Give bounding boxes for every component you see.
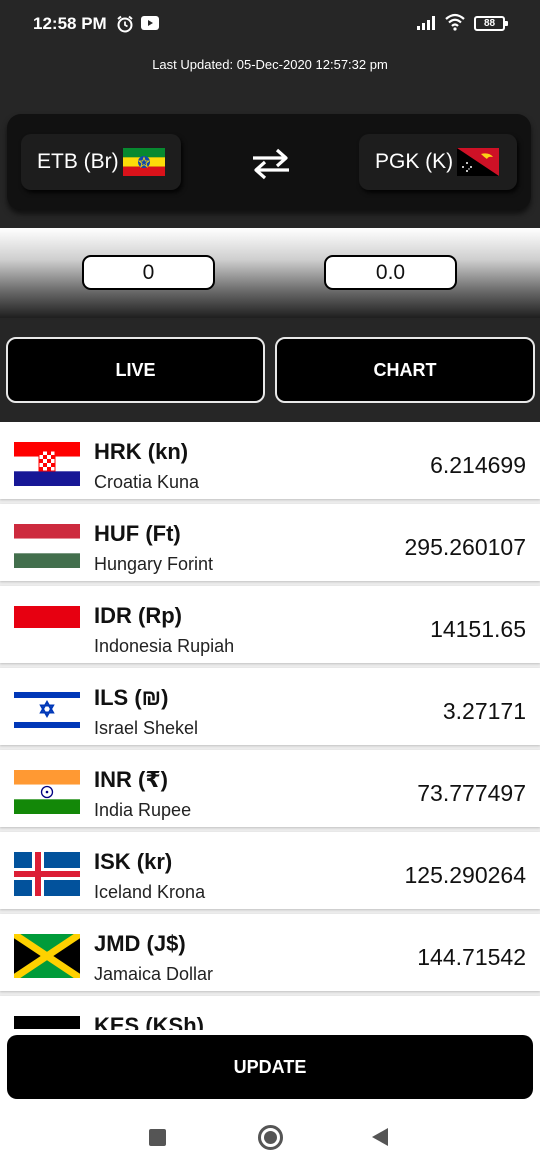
- tab-live[interactable]: LIVE: [6, 337, 265, 403]
- kenya-flag-icon: [14, 1016, 80, 1030]
- currency-code: KES (KSh): [94, 1013, 204, 1030]
- currency-name: India Rupee: [94, 800, 192, 820]
- currency-code: ILS (₪): [94, 685, 169, 710]
- currency-rate: 144.71542: [417, 944, 526, 970]
- currency-rate: 125.290264: [404, 862, 526, 888]
- hungary-flag-icon: [14, 524, 80, 568]
- currency-name: Indonesia Rupiah: [94, 636, 235, 656]
- last-updated-text: Last Updated: 05-Dec-2020 12:57:32 pm: [152, 57, 388, 72]
- update-area: UPDATE: [0, 1030, 540, 1110]
- papua-new-guinea-flag-icon: [457, 148, 500, 176]
- status-time: 12:58 PM: [33, 14, 107, 33]
- currency-code: JMD (J$): [94, 931, 186, 956]
- currency-selector-card: ETB (Br) PGK (K): [7, 114, 531, 210]
- from-currency-button[interactable]: ETB (Br): [21, 134, 181, 190]
- list-item[interactable]: KES (KSh): [0, 996, 540, 1030]
- list-item[interactable]: ILS (₪) Israel Shekel 3.27171: [0, 668, 540, 745]
- currency-code: INR (₹): [94, 767, 168, 792]
- list-item[interactable]: INR (₹) India Rupee 73.777497: [0, 750, 540, 827]
- navigation-bar: [0, 1110, 540, 1170]
- list-item[interactable]: ISK (kr) Iceland Krona 125.290264: [0, 832, 540, 909]
- from-amount-input[interactable]: [82, 255, 215, 290]
- currency-name: Croatia Kuna: [94, 472, 200, 492]
- signal-icon: [416, 15, 438, 36]
- croatia-flag-icon: [14, 442, 80, 486]
- recent-apps-icon[interactable]: [149, 1129, 166, 1146]
- currency-list[interactable]: HRK (kn) Croatia Kuna 6.214699 HUF (Ft) …: [0, 422, 540, 1030]
- israel-flag-icon: [14, 688, 80, 732]
- home-icon[interactable]: [258, 1125, 283, 1150]
- amount-input-band: [0, 228, 540, 318]
- list-item[interactable]: IDR (Rp) Indonesia Rupiah 14151.65: [0, 586, 540, 663]
- currency-code: HUF (Ft): [94, 521, 181, 546]
- currency-rate: 3.27171: [442, 698, 526, 724]
- youtube-icon: [141, 16, 159, 35]
- currency-rate: 73.777497: [417, 780, 526, 806]
- currency-code: HRK (kn): [94, 439, 189, 464]
- wifi-icon: [444, 13, 466, 36]
- currency-name: Israel Shekel: [94, 718, 199, 738]
- india-flag-icon: [14, 770, 80, 814]
- currency-rate: 295.260107: [404, 534, 526, 560]
- list-item[interactable]: HUF (Ft) Hungary Forint 295.260107: [0, 504, 540, 581]
- to-currency-button[interactable]: PGK (K): [359, 134, 517, 190]
- list-item[interactable]: JMD (J$) Jamaica Dollar 144.71542: [0, 914, 540, 991]
- converter-header: Last Updated: 05-Dec-2020 12:57:32 pm ET…: [0, 48, 540, 228]
- to-amount-input[interactable]: [324, 255, 457, 290]
- jamaica-flag-icon: [14, 934, 80, 978]
- back-icon[interactable]: [372, 1128, 388, 1146]
- currency-name: Iceland Krona: [94, 882, 206, 902]
- update-button[interactable]: UPDATE: [7, 1035, 533, 1099]
- tab-bar: LIVE CHART: [0, 318, 540, 422]
- indonesia-flag-icon: [14, 606, 80, 650]
- swap-currencies-icon[interactable]: [249, 146, 293, 182]
- currency-code: IDR (Rp): [94, 603, 182, 628]
- from-currency-label: ETB (Br): [37, 150, 119, 173]
- currency-rate: 14151.65: [430, 616, 526, 642]
- battery-icon: 88: [474, 16, 508, 31]
- list-item[interactable]: HRK (kn) Croatia Kuna 6.214699: [0, 422, 540, 499]
- iceland-flag-icon: [14, 852, 80, 896]
- ethiopia-flag-icon: [122, 148, 165, 176]
- currency-name: Jamaica Dollar: [94, 964, 214, 984]
- to-currency-label: PGK (K): [375, 150, 454, 173]
- status-bar: 12:58 PM 88: [0, 0, 540, 48]
- alarm-icon: [115, 14, 135, 39]
- currency-rate: 6.214699: [430, 452, 526, 478]
- currency-name: Hungary Forint: [94, 554, 214, 574]
- currency-code: ISK (kr): [94, 849, 173, 874]
- tab-chart[interactable]: CHART: [275, 337, 535, 403]
